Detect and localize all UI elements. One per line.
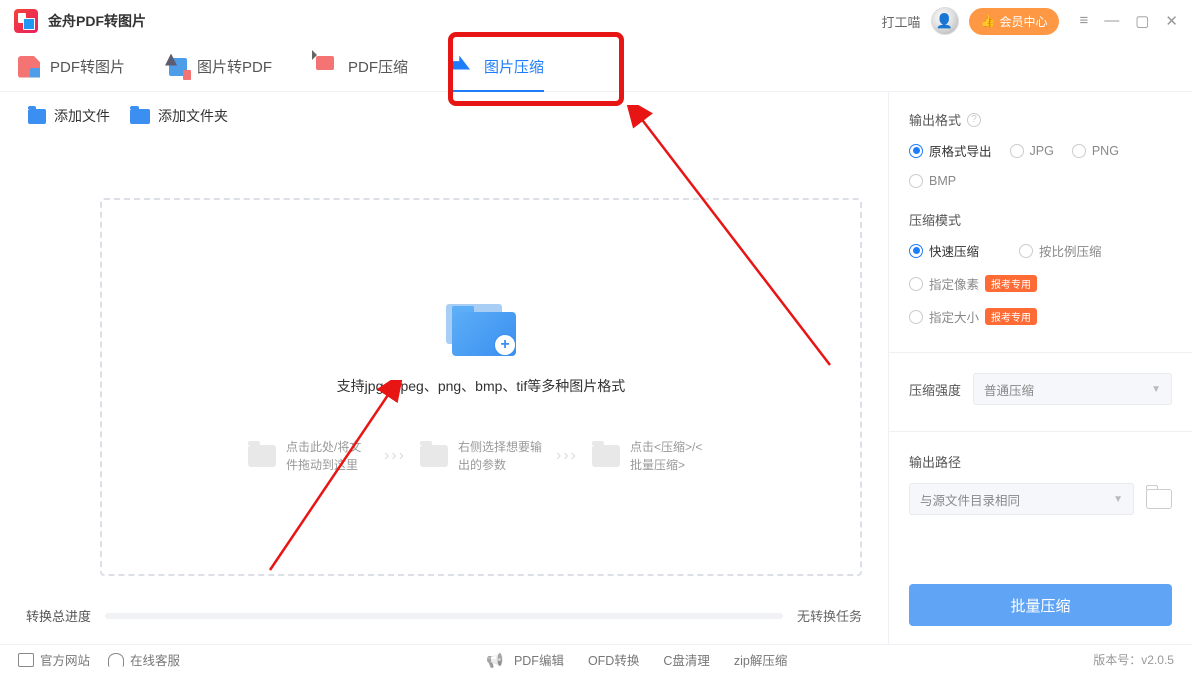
progress-row: 转换总进度 无转换任务 [0, 596, 888, 635]
tab-label: PDF压缩 [348, 56, 408, 77]
footer-link-item[interactable]: C盘清理 [663, 650, 710, 669]
radio-pixel-compress[interactable]: 指定像素报考专用 [909, 274, 1172, 293]
progress-bar [105, 613, 783, 619]
vip-button-label: 会员中心 [999, 13, 1047, 30]
username-label[interactable]: 打工喵 [881, 12, 920, 31]
footer-link-item[interactable]: OFD转换 [588, 650, 639, 669]
radio-original-format[interactable]: 原格式导出 [909, 141, 992, 160]
tab-label: 图片转PDF [197, 56, 272, 77]
folder-icon [130, 109, 150, 124]
pdf-to-image-icon [18, 56, 40, 78]
step3-text: 点击<压缩>/<批量压缩> [630, 438, 714, 474]
radio-jpg[interactable]: JPG [1010, 141, 1054, 160]
strength-dropdown[interactable]: 普通压缩 ▼ [973, 373, 1172, 405]
add-folder-button[interactable]: 添加文件夹 [130, 106, 228, 126]
add-folder-label: 添加文件夹 [158, 106, 228, 126]
close-icon[interactable]: ✕ [1165, 12, 1178, 30]
avatar-icon[interactable] [931, 7, 959, 35]
app-logo-icon [14, 9, 38, 33]
progress-label: 转换总进度 [26, 606, 91, 625]
tab-image-to-pdf[interactable]: 图片转PDF [169, 42, 272, 91]
output-format-title: 输出格式 ? [909, 110, 1172, 129]
caret-down-icon: ▼ [1151, 384, 1161, 395]
exam-badge: 报考专用 [985, 275, 1037, 292]
file-dropzone[interactable]: + 支持jpg、jpeg、png、bmp、tif等多种图片格式 点击此处/将文件… [100, 198, 862, 576]
strength-title: 压缩强度 [909, 380, 961, 399]
batch-compress-button[interactable]: 批量压缩 [909, 584, 1172, 626]
titlebar: 金舟PDF转图片 打工喵 👍 会员中心 ≡ — ▢ ✕ [0, 0, 1192, 42]
vip-center-button[interactable]: 👍 会员中心 [969, 8, 1060, 35]
footer-link-item[interactable]: PDF编辑 [486, 650, 564, 669]
menu-icon[interactable]: ≡ [1079, 12, 1088, 30]
output-path-dropdown[interactable]: 与源文件目录相同 ▼ [909, 483, 1134, 515]
maximize-icon[interactable]: ▢ [1135, 12, 1149, 30]
step2-text: 右侧选择想要输出的参数 [458, 438, 542, 474]
minimize-icon[interactable]: — [1104, 12, 1119, 30]
progress-status: 无转换任务 [797, 606, 862, 625]
add-file-button[interactable]: 添加文件 [28, 106, 110, 126]
tab-label: 图片压缩 [484, 56, 544, 77]
step-folder-icon [420, 445, 448, 467]
tab-pdf-compress[interactable]: PDF压缩 [316, 42, 408, 91]
version-label: 版本号：v2.0.5 [1093, 651, 1174, 668]
step1-text: 点击此处/将文件拖动到这里 [286, 438, 370, 474]
dots-icon: ››› [384, 447, 406, 465]
add-file-label: 添加文件 [54, 106, 110, 126]
footer-link-item[interactable]: zip解压缩 [734, 650, 787, 669]
output-path-title: 输出路径 [909, 452, 1172, 471]
support-text: 支持jpg、jpeg、png、bmp、tif等多种图片格式 [337, 376, 626, 396]
main-tabs: PDF转图片 图片转PDF PDF压缩 图片压缩 [0, 42, 1192, 92]
radio-fast-compress[interactable]: 快速压缩 [909, 241, 979, 260]
exam-badge: 报考专用 [985, 308, 1037, 325]
official-site-link[interactable]: 官方网站 [18, 650, 90, 669]
headset-icon [108, 653, 124, 667]
folder-add-icon: + [442, 300, 520, 356]
pdf-compress-icon [316, 56, 334, 70]
open-folder-button[interactable] [1146, 489, 1172, 509]
radio-png[interactable]: PNG [1072, 141, 1119, 160]
image-compress-icon [452, 56, 470, 70]
image-to-pdf-icon [169, 58, 187, 76]
dots-icon: ››› [556, 447, 578, 465]
step-folder-icon [592, 445, 620, 467]
footer: 官方网站 在线客服 PDF编辑 OFD转换 C盘清理 zip解压缩 版本号：v2… [0, 644, 1192, 674]
thumbs-up-icon: 👍 [981, 14, 996, 28]
app-title: 金舟PDF转图片 [48, 11, 146, 31]
radio-bmp[interactable]: BMP [909, 174, 956, 188]
compress-mode-title: 压缩模式 [909, 210, 1172, 229]
online-support-link[interactable]: 在线客服 [108, 650, 180, 669]
monitor-icon [18, 653, 34, 667]
tab-label: PDF转图片 [50, 56, 125, 77]
file-icon [28, 109, 46, 124]
radio-ratio-compress[interactable]: 按比例压缩 [1019, 241, 1102, 260]
radio-size-compress[interactable]: 指定大小报考专用 [909, 307, 1172, 326]
help-icon[interactable]: ? [967, 113, 981, 127]
megaphone-icon [486, 652, 502, 668]
step-folder-icon [248, 445, 276, 467]
tab-image-compress[interactable]: 图片压缩 [452, 42, 544, 91]
tab-pdf-to-image[interactable]: PDF转图片 [18, 42, 125, 91]
caret-down-icon: ▼ [1113, 494, 1123, 505]
